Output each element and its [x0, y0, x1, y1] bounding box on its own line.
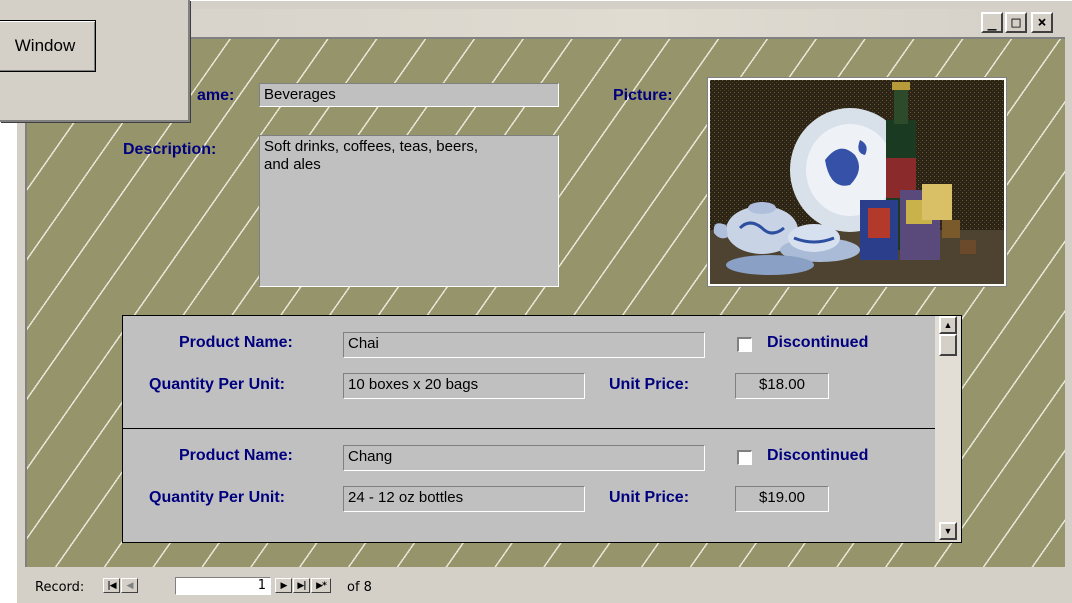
quantity-per-unit-field[interactable]: 10 boxes x 20 bags	[343, 373, 585, 399]
record-navigation-bar: Record: |◀ ◀ 1 ▶ ▶| ▶* of 8	[17, 571, 1057, 599]
current-record-input[interactable]: 1	[175, 577, 271, 595]
subform-scrollbar[interactable]: ▲ ▼	[935, 316, 961, 542]
window-controls: _ □ ×	[981, 12, 1053, 33]
picture-label: Picture:	[613, 87, 673, 104]
product-name-field[interactable]: Chang	[343, 445, 705, 471]
new-record-icon: ▶*	[316, 580, 327, 591]
category-picture[interactable]	[707, 77, 1007, 287]
discontinued-checkbox[interactable]	[737, 450, 752, 465]
last-record-button[interactable]: ▶|	[293, 578, 310, 593]
maximize-button[interactable]: □	[1005, 12, 1027, 33]
description-label: Description:	[123, 141, 217, 158]
unit-price-field[interactable]: $19.00	[735, 486, 829, 512]
next-record-icon: ▶	[280, 580, 288, 591]
previous-record-icon: ◀	[126, 580, 134, 591]
new-record-button[interactable]: ▶*	[311, 578, 331, 593]
category-name-label: ame:	[197, 87, 235, 104]
tea-set-still-life-image	[710, 80, 1004, 284]
discontinued-label: Discontinued	[767, 334, 869, 351]
product-name-field[interactable]: Chai	[343, 332, 705, 358]
last-record-icon: ▶|	[297, 580, 306, 591]
scroll-down-button[interactable]: ▼	[939, 522, 957, 540]
window-button[interactable]: Window	[0, 20, 96, 72]
minimize-button[interactable]: _	[981, 12, 1003, 33]
first-record-button[interactable]: |◀	[103, 578, 120, 593]
discontinued-label: Discontinued	[767, 447, 869, 464]
up-arrow-icon: ▲	[943, 319, 953, 330]
unit-price-label: Unit Price:	[609, 376, 690, 393]
close-button[interactable]: ×	[1031, 12, 1053, 33]
product-name-label: Product Name:	[179, 447, 293, 464]
record-count: of 8	[347, 580, 372, 595]
scroll-up-button[interactable]: ▲	[939, 316, 957, 334]
category-name-field[interactable]: Beverages	[259, 83, 559, 107]
products-subform[interactable]: Product Name: Chai Discontinued Quantity…	[122, 315, 962, 543]
product-record: Product Name: Chai Discontinued Quantity…	[123, 316, 935, 429]
unit-price-label: Unit Price:	[609, 489, 690, 506]
unit-price-field[interactable]: $18.00	[735, 373, 829, 399]
popup-panel: Window	[0, 0, 190, 122]
next-record-button[interactable]: ▶	[275, 578, 292, 593]
product-name-label: Product Name:	[179, 334, 293, 351]
first-record-icon: |◀	[107, 580, 116, 591]
down-arrow-icon: ▼	[943, 525, 953, 536]
scroll-thumb[interactable]	[939, 334, 957, 356]
product-record: Product Name: Chang Discontinued Quantit…	[123, 429, 935, 541]
quantity-per-unit-field[interactable]: 24 - 12 oz bottles	[343, 486, 585, 512]
record-label: Record:	[35, 580, 85, 595]
description-field[interactable]: Soft drinks, coffees, teas, beers, and a…	[259, 135, 559, 287]
previous-record-button[interactable]: ◀	[121, 578, 138, 593]
discontinued-checkbox[interactable]	[737, 337, 752, 352]
quantity-per-unit-label: Quantity Per Unit:	[149, 376, 286, 393]
quantity-per-unit-label: Quantity Per Unit:	[149, 489, 286, 506]
